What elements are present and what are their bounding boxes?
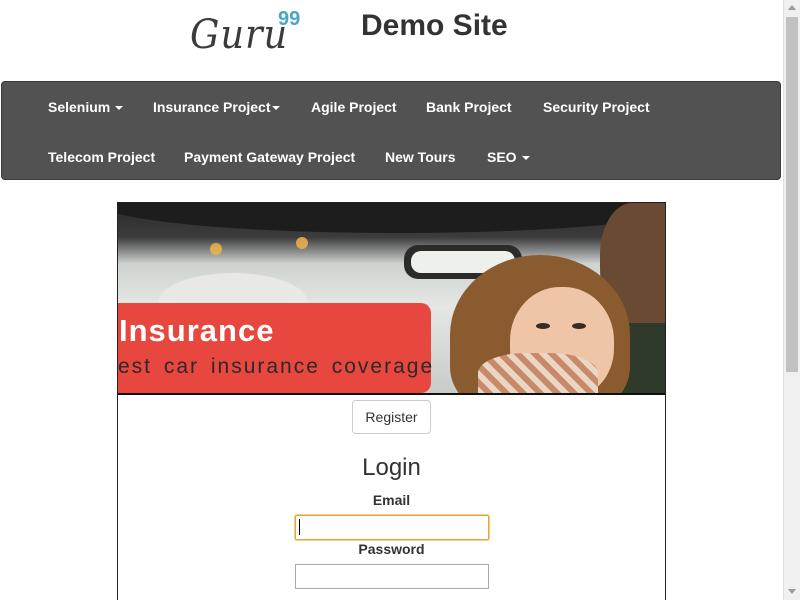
login-panel: Insurance est car insurance coverage Reg… xyxy=(117,202,666,600)
guru99-logo[interactable]: Guru 99 xyxy=(190,6,310,58)
caret-down-icon xyxy=(521,156,530,161)
logo-text: Guru xyxy=(190,12,289,58)
caret-down-icon xyxy=(115,106,124,111)
site-title: Demo Site xyxy=(361,9,508,42)
nav-item-label: Agile Project xyxy=(311,99,397,115)
nav-item-telecom-project[interactable]: Telecom Project xyxy=(48,132,155,182)
banner-caption-band: Insurance est car insurance coverage xyxy=(118,303,435,393)
navbar-row-2: Telecom Project Payment Gateway Project … xyxy=(2,132,780,182)
banner-subtitle: est car insurance coverage xyxy=(118,355,435,378)
scrollbar-thumb[interactable] xyxy=(786,17,798,372)
insurance-banner-image: Insurance est car insurance coverage xyxy=(118,203,665,395)
eye-shape xyxy=(572,323,586,329)
nav-item-agile-project[interactable]: Agile Project xyxy=(311,82,397,132)
bokeh-light xyxy=(210,243,222,255)
nav-item-selenium[interactable]: Selenium xyxy=(48,82,124,132)
main-navbar: Selenium Insurance Project Agile Project… xyxy=(1,81,781,180)
nav-item-insurance-project[interactable]: Insurance Project xyxy=(153,82,280,132)
nav-item-label: Security Project xyxy=(543,99,650,115)
nav-item-label: SEO xyxy=(487,149,517,165)
nav-item-new-tours[interactable]: New Tours xyxy=(385,132,456,182)
nav-item-security-project[interactable]: Security Project xyxy=(543,82,650,132)
scarf-shape xyxy=(478,353,598,393)
text-cursor xyxy=(299,519,300,535)
bokeh-light xyxy=(296,237,308,249)
nav-item-seo[interactable]: SEO xyxy=(487,132,530,182)
nav-item-payment-gateway-project[interactable]: Payment Gateway Project xyxy=(184,132,355,182)
nav-item-bank-project[interactable]: Bank Project xyxy=(426,82,512,132)
vertical-scrollbar[interactable] xyxy=(783,0,800,600)
nav-item-label: Telecom Project xyxy=(48,149,156,165)
scroll-up-arrow-icon[interactable] xyxy=(788,5,796,10)
nav-item-label: Insurance Project xyxy=(153,99,271,115)
nav-item-label: Selenium xyxy=(48,99,111,115)
login-heading: Login xyxy=(362,454,421,481)
car-roof-shape xyxy=(118,203,665,233)
navbar-row-1: Selenium Insurance Project Agile Project… xyxy=(2,82,780,132)
email-label: Email xyxy=(372,492,411,508)
password-field[interactable] xyxy=(295,564,489,589)
nav-item-label: Bank Project xyxy=(426,99,512,115)
password-label: Password xyxy=(358,541,425,557)
caret-down-icon xyxy=(271,106,280,111)
scroll-down-arrow-icon[interactable] xyxy=(788,589,796,594)
page: Guru 99 Demo Site Selenium Insurance Pro… xyxy=(0,0,800,600)
banner-title: Insurance xyxy=(119,313,275,348)
eye-shape xyxy=(536,323,550,329)
logo-superscript: 99 xyxy=(278,8,301,30)
nav-item-label: Payment Gateway Project xyxy=(184,149,356,165)
nav-item-label: New Tours xyxy=(385,149,456,165)
email-field[interactable] xyxy=(295,515,489,540)
register-button[interactable]: Register xyxy=(352,400,431,434)
